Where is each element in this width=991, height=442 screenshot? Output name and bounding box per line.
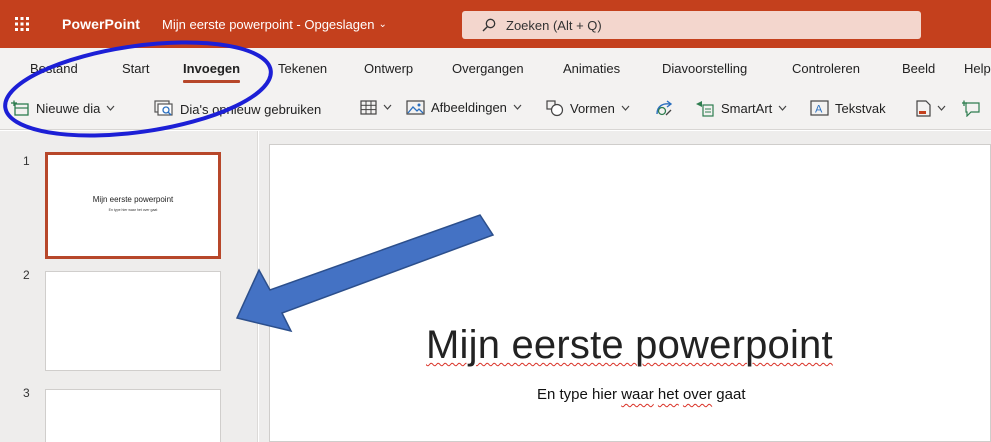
- comment-button[interactable]: [962, 100, 981, 117]
- chevron-down-icon: ⌄: [378, 19, 387, 30]
- table-button[interactable]: [360, 100, 392, 115]
- tab-animaties[interactable]: Animaties: [563, 61, 620, 76]
- header-footer-button[interactable]: [916, 100, 946, 117]
- thumbnail-subtitle: En type hier waar het over gaat: [108, 208, 158, 212]
- smartart-button[interactable]: SmartArt: [695, 100, 787, 117]
- subtitle-text: gaat: [716, 386, 746, 403]
- smartart-icon: [695, 100, 715, 117]
- page-icon: [916, 100, 931, 117]
- tab-invoegen[interactable]: Invoegen: [183, 61, 241, 83]
- images-button[interactable]: Afbeeldingen: [406, 100, 522, 115]
- ribbon-toolbar: Nieuwe dia Dia's opnieuw gebruiken Afbee…: [0, 90, 991, 130]
- ribbon-tabs: Bestand Start Invoegen Tekenen Ontwerp O…: [0, 48, 991, 90]
- new-slide-icon: [10, 100, 30, 117]
- images-label: Afbeeldingen: [431, 100, 507, 115]
- search-input[interactable]: Zoeken (Alt + Q): [506, 18, 602, 33]
- slides-pane: 1 Mijn eerste powerpoint En type hier wa…: [0, 131, 258, 442]
- slide-title[interactable]: Mijn eerste powerpoint: [426, 323, 833, 368]
- reuse-slides-label: Dia's opnieuw gebruiken: [180, 101, 322, 117]
- slide-thumbnail-1[interactable]: Mijn eerste powerpoint En type hier waar…: [45, 152, 221, 259]
- chevron-down-icon: [621, 103, 630, 114]
- chevron-down-icon: [513, 102, 522, 113]
- slide-thumbnail-3[interactable]: [45, 389, 221, 442]
- app-name[interactable]: PowerPoint: [62, 16, 140, 32]
- thumbnail-title: Mijn eerste powerpoint: [92, 195, 174, 204]
- document-title[interactable]: Mijn eerste powerpoint - Opgeslagen ⌄: [162, 17, 387, 32]
- shapes-icon: [546, 100, 564, 117]
- slide-number: 1: [23, 154, 30, 168]
- slide-canvas[interactable]: Mijn eerste powerpoint En type hier waar…: [269, 144, 991, 442]
- textbox-button[interactable]: A Tekstvak: [810, 100, 886, 116]
- textbox-icon: A: [810, 100, 829, 116]
- subtitle-text: over: [682, 386, 713, 403]
- tab-help[interactable]: Help: [964, 61, 991, 76]
- slide-subtitle[interactable]: En type hier waar het over gaat: [537, 386, 746, 403]
- slide-number: 3: [23, 386, 30, 400]
- subtitle-text: En type hier: [537, 386, 622, 403]
- tab-beeld[interactable]: Beeld: [902, 61, 935, 76]
- slide-editor: Mijn eerste powerpoint En type hier waar…: [259, 131, 991, 442]
- chevron-down-icon: [106, 103, 115, 114]
- icons-button[interactable]: [654, 100, 674, 118]
- shapes-label: Vormen: [570, 101, 615, 116]
- tab-controleren[interactable]: Controleren: [792, 61, 860, 76]
- subtitle-text: het: [657, 386, 679, 403]
- search-icon: [482, 18, 496, 32]
- textbox-label: Tekstvak: [835, 100, 886, 116]
- new-slide-label: Nieuwe dia: [36, 101, 101, 116]
- reuse-slides-icon: [154, 100, 174, 118]
- tab-start[interactable]: Start: [122, 61, 149, 76]
- tab-overgangen[interactable]: Overgangen: [452, 61, 524, 76]
- comment-icon: [962, 100, 981, 117]
- tab-diavoorstelling[interactable]: Diavoorstelling: [662, 61, 747, 76]
- waffle-grid-icon[interactable]: [0, 0, 44, 48]
- shapes-button[interactable]: Vormen: [546, 100, 630, 117]
- subtitle-text: waar: [621, 386, 654, 403]
- tab-tekenen[interactable]: Tekenen: [278, 61, 327, 76]
- title-bar: PowerPoint Mijn eerste powerpoint - Opge…: [0, 0, 991, 48]
- document-title-text: Mijn eerste powerpoint - Opgeslagen: [162, 16, 375, 32]
- slide-number: 2: [23, 268, 30, 282]
- reuse-slides-button[interactable]: Dia's opnieuw gebruiken: [154, 100, 321, 118]
- icons-insert-icon: [654, 100, 674, 118]
- chevron-down-icon: [937, 103, 946, 114]
- chevron-down-icon: [778, 103, 787, 114]
- smartart-label: SmartArt: [721, 101, 773, 116]
- table-icon: [360, 100, 377, 115]
- image-icon: [406, 100, 425, 115]
- new-slide-button[interactable]: Nieuwe dia: [10, 100, 115, 117]
- tab-ontwerp[interactable]: Ontwerp: [364, 61, 413, 76]
- tab-bestand[interactable]: Bestand: [30, 61, 78, 76]
- svg-text:A: A: [815, 104, 823, 116]
- slide-thumbnail-2[interactable]: [45, 271, 221, 371]
- search-box[interactable]: Zoeken (Alt + Q): [462, 11, 921, 39]
- chevron-down-icon: [383, 102, 392, 113]
